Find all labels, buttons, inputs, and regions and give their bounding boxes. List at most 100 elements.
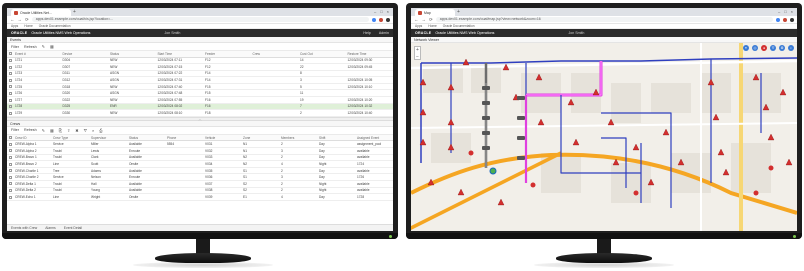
row-checkbox[interactable] [9,72,12,76]
extension-icon[interactable] [372,17,376,22]
row-checkbox[interactable] [9,105,12,109]
table-row[interactable]: 1725 D318 NEW 12/03/2024 07:40 F15 5 12/03/202… [7,83,393,91]
table-row[interactable]: 1721 D304 NEW 12/03/2024 07:11 F12 14 12/03/20… [7,57,393,65]
row-checkbox[interactable] [9,155,12,159]
extension-icon[interactable] [783,17,787,22]
help-link[interactable]: Help [363,31,370,35]
crew-location-marker[interactable] [489,167,497,175]
maximize-icon[interactable]: □ [380,8,382,16]
filter-button[interactable]: Filter [11,128,19,132]
table-row[interactable]: 1729 D330 NEW 12/03/2024 08:10 F18 2 12/03/202… [7,109,393,117]
table-row[interactable]: CREW-Charlie 1 Tree Adams Available V035 S1 2 D… [7,167,393,175]
table-row[interactable]: CREW-Charlie 2 Service Nelson Enroute V036 S1… [7,173,393,181]
bookmark-item[interactable]: Home [24,24,33,28]
switch-device[interactable] [482,131,490,135]
row-checkbox[interactable] [9,65,12,69]
status-tab[interactable]: Events with Crew [11,226,37,230]
back-icon[interactable]: ← [10,17,15,22]
zoom-out-icon[interactable]: − [415,54,420,61]
switch-device[interactable] [517,96,525,100]
refresh-button[interactable]: Refresh [24,128,37,132]
row-checkbox[interactable] [9,78,12,82]
call-marker[interactable] [468,150,474,156]
layers-icon[interactable]: ≡ [743,45,749,51]
maximize-icon[interactable]: □ [784,8,786,16]
search-icon[interactable]: ⌕ [92,128,94,133]
status-tab[interactable]: Event Detail [64,226,82,230]
row-checkbox[interactable] [9,162,12,166]
url-field[interactable]: apps.dev01.example.com/ouaf/cis.jsp?loca… [31,17,369,22]
row-checkbox[interactable] [9,85,12,89]
row-checkbox[interactable] [9,142,12,146]
switch-device[interactable] [517,116,525,120]
forward-icon[interactable]: → [422,17,427,22]
row-checkbox[interactable] [9,188,12,192]
table-row[interactable]: CREW-Bravo 1 Troubl Clark Available V033 N2 2 D… [7,154,393,162]
grid-icon[interactable]: ▦ [50,128,54,133]
bookmark-item[interactable]: Oracle Documentation [443,24,475,28]
filter-icon[interactable]: ⛛ [84,128,87,133]
browser-tab[interactable]: Map [415,9,455,16]
row-checkbox[interactable] [9,149,12,153]
reload-icon[interactable]: ⟳ [25,17,29,23]
table-row[interactable]: 1724 D312 ASGN 12/03/2024 07:31 F14 3 12/03/20… [7,76,393,84]
profile-icon[interactable] [790,17,794,22]
table-row[interactable]: 1728 D325 ENR 12/03/2024 08:02 F16 7 12/03/202… [7,103,393,111]
copy-icon[interactable]: ⎘ [59,128,62,133]
switch-device[interactable] [482,116,490,120]
new-tab-icon[interactable]: + [73,9,76,16]
switch-device[interactable] [482,86,490,90]
minimize-icon[interactable]: – [374,8,376,16]
zoom-in-icon[interactable]: + [415,47,420,54]
table-row[interactable]: CREW-Alpha 2 Troubl Lewis Enroute V032 N1 3 Day… [7,147,393,155]
locate-icon[interactable]: ◎ [752,45,758,51]
select-all-checkbox[interactable] [9,52,12,56]
search-icon[interactable]: ⌕ [788,45,794,51]
close-icon[interactable]: × [791,8,793,16]
table-row[interactable]: CREW-Bravo 2 Line Scott Onsite V034 N2 4 Night 1… [7,160,393,168]
bookmark-item[interactable]: Apps [11,24,18,28]
profile-icon[interactable] [386,17,390,22]
switch-device[interactable] [482,101,490,105]
table-row[interactable]: 1726 D320 ASGN 12/03/2024 07:48 F15 11 [7,89,393,98]
table-row[interactable]: 1723 D311 ASGN 12/03/2024 07:22 F14 8 [7,70,393,78]
reload-icon[interactable]: ⟳ [429,17,433,23]
bookmark-item[interactable]: Home [428,24,437,28]
filter-icon[interactable]: ⛛ [770,45,776,51]
row-checkbox[interactable] [9,58,12,62]
minimize-icon[interactable]: – [778,8,780,16]
delete-icon[interactable]: ✖ [75,128,78,133]
back-icon[interactable]: ← [414,17,419,22]
close-icon[interactable]: × [387,8,389,16]
table-row[interactable]: CREW-Delta 1 Troubl Hall Available V037 S2 2 Ni… [7,180,393,188]
switch-device[interactable] [517,136,525,140]
edit-icon[interactable]: ✎ [42,128,45,133]
pin-icon[interactable]: ● [761,45,767,51]
new-tab-icon[interactable]: + [457,9,460,16]
table-row[interactable]: 1727 D322 NEW 12/03/2024 07:55 F16 19 12/03/20… [7,96,393,104]
settings-icon[interactable]: ⚙ [779,45,785,51]
row-checkbox[interactable] [9,195,12,199]
print-icon[interactable]: ⎙ [99,128,102,133]
edit-icon[interactable]: ✎ [42,44,45,49]
extension-icon[interactable] [379,17,383,22]
switch-device[interactable] [517,156,525,160]
row-checkbox[interactable] [9,111,12,115]
call-marker[interactable] [753,190,759,196]
table-row[interactable]: 1722 D307 NEW 12/03/2024 07:15 F12 22 12/03/20… [7,63,393,71]
call-marker[interactable] [633,190,639,196]
save-icon[interactable]: ▦ [50,44,54,49]
export-icon[interactable]: ⇪ [67,128,70,133]
admin-link[interactable]: Admin [379,31,389,35]
browser-tab[interactable]: Oracle Utilities Net... [11,9,71,16]
bookmark-item[interactable]: Apps [415,24,422,28]
table-row[interactable]: CREW-Echo 1 Line Wright Onsite V039 E1 4 Day 172… [7,193,393,201]
extension-icon[interactable] [776,17,780,22]
switch-device[interactable] [482,146,490,150]
bookmark-item[interactable]: Oracle Documentation [39,24,71,28]
row-checkbox[interactable] [9,91,12,95]
filter-button[interactable]: Filter [11,45,19,49]
call-marker[interactable] [768,165,774,171]
zoom-control[interactable]: + − [414,46,421,60]
row-checkbox[interactable] [9,169,12,173]
